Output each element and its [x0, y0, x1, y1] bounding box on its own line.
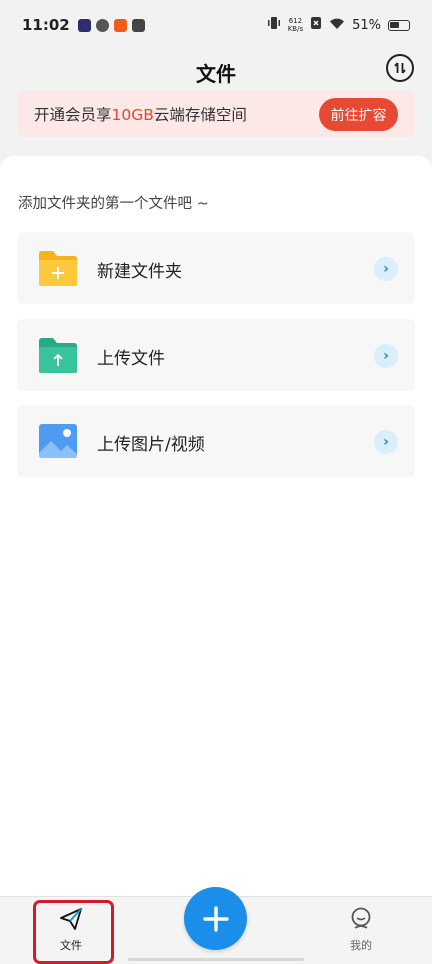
banner-text-before: 开通会员享	[34, 106, 112, 124]
status-time: 11:02	[22, 16, 70, 34]
membership-banner[interactable]: 开通会员享10GB云端存储空间 前往扩容	[17, 91, 415, 137]
sort-icon	[394, 62, 406, 74]
sort-button[interactable]	[386, 54, 414, 82]
no-sim-icon	[310, 16, 322, 34]
network-speed: 612 KB/s	[288, 17, 303, 33]
empty-hint: 添加文件夹的第一个文件吧 ~	[18, 196, 209, 212]
new-folder-label: 新建文件夹	[97, 262, 182, 282]
upload-image-item[interactable]: 上传图片/视频 ›	[17, 405, 415, 477]
upload-file-icon	[39, 338, 77, 373]
status-bar: 11:02 612 KB/s 51%	[0, 0, 432, 50]
expand-storage-button[interactable]: 前往扩容	[319, 98, 398, 131]
file-list-panel: 添加文件夹的第一个文件吧 ~ 新建文件夹 › 上传文件 › 上传图片/视频 ›	[0, 156, 432, 896]
banner-text-after: 云端存储空间	[153, 106, 247, 124]
net-speed-unit: KB/s	[287, 25, 304, 33]
upload-image-icon	[39, 424, 77, 458]
banner-highlight: 10GB	[111, 106, 154, 124]
net-speed-value: 612	[288, 17, 303, 25]
tab-mine-label: 我的	[350, 939, 372, 952]
shop-app-icon	[113, 18, 127, 32]
header: 文件	[0, 50, 432, 90]
profile-icon	[351, 907, 371, 929]
chevron-right-icon: ›	[374, 257, 398, 281]
video-app-icon	[77, 18, 91, 32]
page-title: 文件	[196, 62, 236, 86]
upload-file-label: 上传文件	[97, 349, 165, 369]
message-app-icon	[131, 18, 145, 32]
home-indicator	[128, 958, 304, 961]
plus-icon	[202, 905, 229, 932]
active-tab-highlight	[33, 900, 114, 964]
battery-icon	[388, 19, 410, 31]
add-button[interactable]	[184, 887, 247, 950]
upload-image-label: 上传图片/视频	[97, 435, 205, 455]
vibrate-icon	[267, 16, 281, 34]
upload-file-item[interactable]: 上传文件 ›	[17, 319, 415, 391]
new-folder-icon	[39, 251, 77, 286]
chevron-right-icon: ›	[374, 344, 398, 368]
banner-text: 开通会员享10GB云端存储空间	[34, 103, 247, 125]
battery-percentage: 51%	[352, 17, 381, 33]
new-folder-item[interactable]: 新建文件夹 ›	[17, 232, 415, 304]
wifi-icon	[329, 17, 345, 34]
chevron-right-icon: ›	[374, 430, 398, 454]
tab-mine[interactable]: 我的	[331, 907, 391, 953]
check-app-icon	[95, 18, 109, 32]
